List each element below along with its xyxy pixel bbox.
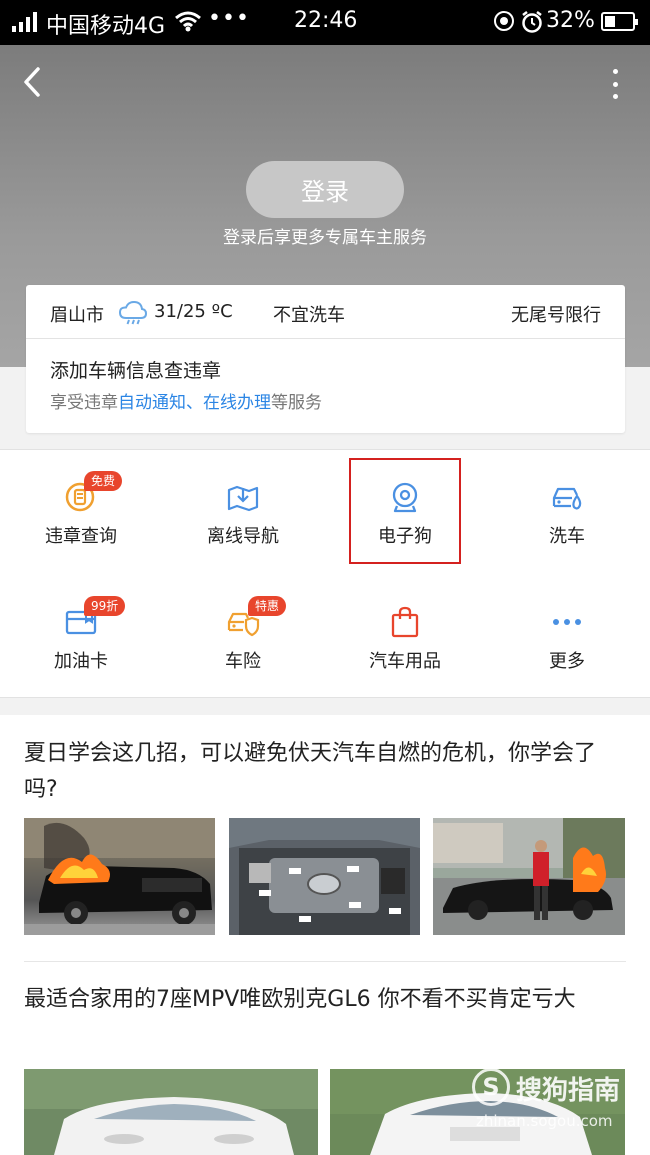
discount-badge: 99折 (84, 596, 126, 616)
online-handle-link[interactable]: 在线办理 (203, 393, 271, 413)
weather-row: 眉山市 31/25 ºC 不宜洗车 无尾号限行 (26, 285, 625, 339)
service-fuel-card[interactable]: 99折 加油卡 (0, 575, 162, 685)
service-offline-navigation[interactable]: 离线导航 (162, 450, 324, 560)
back-icon[interactable] (18, 65, 48, 99)
service-label: 更多 (549, 651, 585, 672)
car-wash-icon (550, 480, 584, 514)
article-image[interactable] (433, 818, 625, 935)
service-label: 离线导航 (207, 526, 279, 547)
battery-icon (601, 12, 638, 31)
temperature: 31/25 ºC (154, 301, 233, 322)
vehicle-info-card: 眉山市 31/25 ºC 不宜洗车 无尾号限行 添加车辆信息查违章 享受违章自动… (26, 285, 625, 433)
alarm-icon (520, 10, 544, 40)
service-label: 违章查询 (45, 526, 117, 547)
article-title[interactable]: 夏日学会这几招，可以避免伏天汽车自燃的危机，你学会了吗? (24, 736, 628, 808)
article-title[interactable]: 最适合家用的7座MPV唯欧别克GL6 你不看不买肯定亏大 (24, 982, 628, 1018)
services-grid: 免费 违章查询 离线导航 电子狗 洗车 99折 加油卡 特惠 车险 汽车用品 更… (0, 449, 650, 698)
article-image[interactable] (24, 818, 215, 935)
article-image[interactable] (229, 818, 420, 935)
enjoy-suffix: 等服务 (271, 393, 322, 413)
divider (24, 961, 626, 962)
enjoy-prefix: 享受违章 (50, 393, 118, 413)
highlight-box (349, 458, 461, 564)
clock: 22:46 (294, 8, 358, 33)
wifi-icon (174, 10, 202, 38)
battery-percent: 32% (546, 8, 595, 33)
more-notifications-icon: ••• (208, 6, 250, 31)
city-label[interactable]: 眉山市 (50, 301, 104, 327)
special-offer-badge: 特惠 (248, 596, 287, 616)
add-vehicle-link[interactable]: 添加车辆信息查违章 (50, 356, 221, 383)
service-violation-query[interactable]: 免费 违章查询 (0, 450, 162, 560)
signal-icon (12, 12, 37, 32)
service-label: 汽车用品 (369, 651, 441, 672)
more-dots-icon (550, 605, 584, 639)
carrier-label: 中国移动4G (46, 14, 166, 39)
enjoy-separator: 、 (186, 393, 203, 413)
service-label: 车险 (225, 651, 261, 672)
service-description: 享受违章自动通知、在线办理等服务 (50, 388, 322, 413)
more-options-icon[interactable] (602, 67, 628, 101)
service-label: 加油卡 (54, 651, 108, 672)
service-car-wash[interactable]: 洗车 (486, 450, 648, 560)
service-label: 洗车 (549, 526, 585, 547)
auto-notify-link[interactable]: 自动通知 (118, 393, 186, 413)
login-subtitle: 登录后享更多专属车主服务 (223, 228, 427, 248)
sogou-logo-icon: S (472, 1068, 510, 1106)
location-icon (494, 11, 514, 31)
service-car-supplies[interactable]: 汽车用品 (324, 575, 486, 685)
status-bar: 中国移动4G ••• 22:46 32% (0, 0, 650, 45)
article-image[interactable] (24, 1069, 318, 1155)
free-badge: 免费 (84, 471, 123, 491)
service-more[interactable]: 更多 (486, 575, 648, 685)
wash-advice: 不宜洗车 (273, 305, 345, 326)
login-button[interactable]: 登录 (246, 161, 404, 218)
sogou-watermark: S 搜狗指南 zhinan.sogou.com (472, 1068, 642, 1138)
service-car-insurance[interactable]: 特惠 车险 (162, 575, 324, 685)
cloud-rain-icon (118, 300, 148, 331)
plate-restriction: 无尾号限行 (511, 305, 601, 326)
watermark-name: 搜狗指南 (516, 1076, 621, 1106)
shopping-bag-icon (388, 605, 422, 639)
offline-map-icon (226, 480, 260, 514)
watermark-url: zhinan.sogou.com (476, 1112, 613, 1130)
